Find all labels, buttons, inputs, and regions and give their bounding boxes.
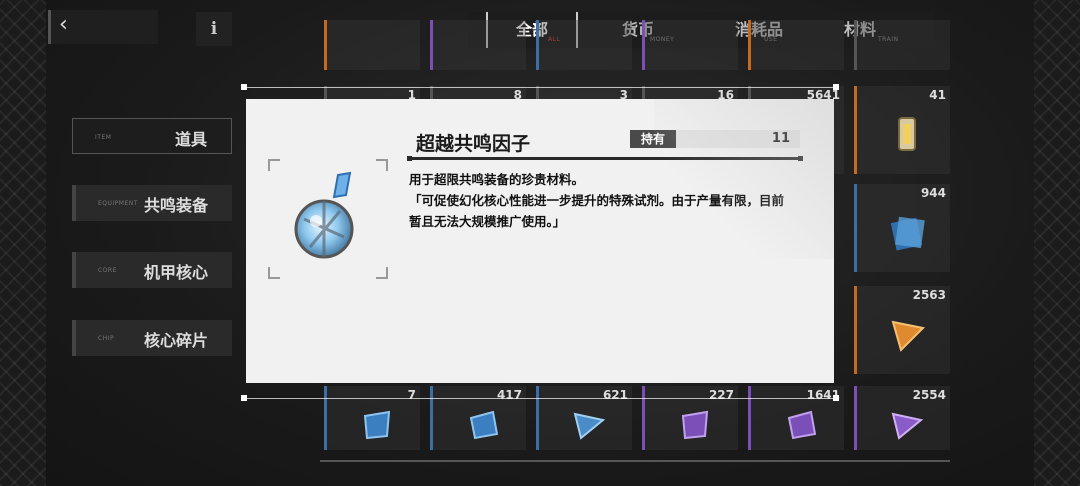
frame-bracket (268, 267, 280, 279)
resonance-factor-icon (294, 171, 354, 259)
item-detail-dialog[interactable]: 超越共鸣因子 持有 11 用于超限共鸣装备的珍贵材料。 「可促使幻化核心性能进一… (246, 99, 834, 383)
sidebar-item-label: 机甲核心 (143, 263, 208, 282)
item-description: 用于超限共鸣装备的珍贵材料。 「可促使幻化核心性能进一步提升的特殊试剂。由于产量… (409, 169, 789, 232)
item-slot[interactable]: 2563 (854, 286, 950, 374)
sidebar-item-core[interactable]: CORE 机甲核心 (72, 252, 232, 288)
item-count: 2554 (912, 388, 946, 402)
back-arrow-icon: ‹ (59, 12, 68, 37)
frame-bracket (268, 159, 280, 171)
item-slot[interactable] (854, 20, 950, 70)
violet-crystal-icon (787, 410, 817, 440)
item-slot[interactable] (430, 20, 526, 70)
description-flavor: 「可促使幻化核心性能进一步提升的特殊试剂。由于产量有限，目前暂且无法大规模推广使… (409, 193, 785, 229)
item-count: 2563 (912, 288, 946, 302)
data-card-icon (890, 216, 925, 251)
item-slot[interactable]: 944 (854, 184, 950, 272)
item-slot[interactable]: 7 (324, 386, 420, 450)
violet-shard-icon (891, 412, 924, 440)
item-slot[interactable] (642, 20, 738, 70)
item-slot[interactable]: 41 (854, 86, 950, 174)
canister-icon (898, 117, 916, 151)
owned-value: 11 (771, 131, 790, 146)
description-line: 用于超限共鸣装备的珍贵材料。 (409, 172, 585, 187)
blue-crystal-icon (469, 410, 499, 440)
dialog-corner (241, 395, 247, 401)
item-slot[interactable] (536, 20, 632, 70)
owned-label: 持有 (630, 130, 676, 148)
sidebar-item-sub: CORE (98, 267, 117, 274)
info-button[interactable]: i (196, 12, 232, 46)
item-slot[interactable]: 621 (536, 386, 632, 450)
item-slot[interactable] (324, 20, 420, 70)
dialog-corner (833, 395, 839, 401)
sidebar-item-chip[interactable]: CHIP 核心碎片 (72, 320, 232, 356)
sidebar-item-item[interactable]: ITEM 道具 (72, 118, 232, 154)
owned-count-bar: 持有 11 (630, 130, 800, 148)
item-count: 621 (602, 388, 628, 402)
frame-bracket (376, 267, 388, 279)
item-slot[interactable]: 2554 (854, 386, 950, 450)
sidebar-item-equipment[interactable]: EQUIPMENT 共鸣装备 (72, 185, 232, 221)
dialog-frame-bottom (244, 398, 836, 399)
blue-shard-icon (573, 412, 606, 440)
grid-scrollbar[interactable] (320, 460, 950, 462)
title-divider (407, 156, 803, 161)
info-icon: i (210, 19, 218, 39)
frame-bracket (376, 159, 388, 171)
violet-crystal-icon (681, 410, 709, 440)
sidebar-item-sub: CHIP (98, 335, 115, 342)
sidebar-item-sub: EQUIPMENT (98, 200, 138, 207)
sidebar-item-sub: ITEM (95, 134, 112, 141)
left-border-pattern (0, 0, 46, 486)
item-count: 41 (929, 88, 946, 102)
item-count: 7 (407, 388, 416, 402)
dialog-corner (241, 84, 247, 90)
item-slot[interactable]: 1641 (748, 386, 844, 450)
dialog-corner (833, 84, 839, 90)
item-count: 227 (708, 388, 734, 402)
blue-crystal-icon (363, 410, 391, 440)
sidebar-item-label: 核心碎片 (143, 331, 208, 350)
sidebar-item-label: 道具 (174, 130, 207, 149)
amber-shard-icon (891, 320, 926, 352)
sidebar-item-label: 共鸣装备 (143, 196, 208, 215)
item-slot[interactable] (748, 20, 844, 70)
item-count: 944 (920, 186, 946, 200)
back-button[interactable]: ‹ (48, 10, 158, 44)
item-slot[interactable]: 417 (430, 386, 526, 450)
right-border-pattern (1034, 0, 1080, 486)
dialog-frame-top (244, 87, 836, 88)
item-slot[interactable]: 227 (642, 386, 738, 450)
item-count: 417 (496, 388, 522, 402)
item-icon-frame (268, 159, 388, 279)
item-name: 超越共鸣因子 (416, 133, 531, 155)
